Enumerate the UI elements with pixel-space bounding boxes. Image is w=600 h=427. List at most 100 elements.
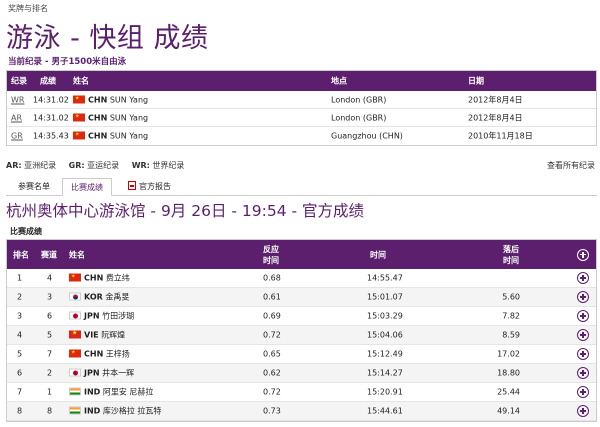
noc-code: JPN xyxy=(84,368,100,378)
tab-entries[interactable]: 参赛名单 xyxy=(10,178,58,196)
results-header-lane: 赛道 xyxy=(41,250,57,259)
results-header-time: 时间 xyxy=(370,250,386,259)
tab-official-report[interactable]: 官方报告 xyxy=(120,178,179,196)
expand-all-plus-icon[interactable] xyxy=(577,248,589,261)
athlete-name: 王梓扬 xyxy=(105,349,130,359)
athlete-name: 竹田涉瑚 xyxy=(102,311,135,321)
table-row: 6 2 JPN 井本一辉 0.62 15:14.27 18.80 xyxy=(7,364,596,383)
results-header-behind-line1: 落后 xyxy=(503,244,519,254)
table-row: 1 4 CHN 费立纬 0.68 14:55.47 xyxy=(7,269,596,288)
rank-cell: 3 xyxy=(17,311,23,321)
record-place: Guangzhou (CHN) xyxy=(331,131,403,141)
expand-row-plus-icon[interactable] xyxy=(577,272,589,284)
record-row: GR 14:35.43 CHN SUN Yang Guangzhou (CHN)… xyxy=(7,127,596,145)
noc-code: IND xyxy=(84,387,101,397)
record-code-link[interactable]: AR xyxy=(11,113,22,122)
lane-cell: 7 xyxy=(47,349,53,359)
rank-cell: 8 xyxy=(17,406,23,416)
expand-row-plus-icon[interactable] xyxy=(577,329,589,341)
results-table: 排名 赛道 姓名 反应时间 时间 落后时间 1 4 CHN 费立纬 0.68 1… xyxy=(6,239,597,422)
record-time: 14:31.02 xyxy=(33,113,69,122)
results-tabs: 参赛名单 比赛成绩 官方报告 xyxy=(6,178,597,196)
record-code-link[interactable]: WR xyxy=(11,95,24,104)
reaction-time-cell: 0.68 xyxy=(263,273,281,283)
record-athlete: CHN SUN Yang xyxy=(73,95,148,104)
records-table: 纪录 成绩 姓名 地点 日期 WR 14:31.02 CHN SUN Yang … xyxy=(6,70,597,146)
expand-row-plus-icon[interactable] xyxy=(577,386,589,398)
record-time: 14:31.02 xyxy=(33,95,69,104)
lane-cell: 5 xyxy=(47,330,53,340)
record-name: SUN Yang xyxy=(109,113,149,122)
noc-code: CHN xyxy=(84,349,104,359)
table-row: 8 8 IND 库沙格拉 拉瓦特 0.73 15:44.61 49.14 xyxy=(7,402,596,421)
tab-results[interactable]: 比赛成绩 xyxy=(62,178,112,196)
record-place: London (GBR) xyxy=(331,95,387,104)
rank-cell: 2 xyxy=(17,292,23,302)
rank-cell: 1 xyxy=(17,273,23,283)
lane-cell: 4 xyxy=(47,273,53,283)
record-date: 2012年8月4日 xyxy=(468,113,523,122)
record-noc: CHN xyxy=(88,95,108,104)
results-header-name: 姓名 xyxy=(69,250,85,259)
records-header-place: 地点 xyxy=(331,76,347,86)
venue-title: 杭州奥体中心游泳馆 - 9月 26日 - 19:54 - 官方成绩 xyxy=(6,202,365,220)
reaction-time-cell: 0.72 xyxy=(263,387,281,397)
country-flag-icon xyxy=(69,330,81,339)
athlete-name: 阮辉煌 xyxy=(101,330,126,340)
lane-cell: 3 xyxy=(47,292,53,302)
expand-row-plus-icon[interactable] xyxy=(577,367,589,379)
results-header-behind: 落后 时间 xyxy=(503,244,519,266)
record-athlete: CHN SUN Yang xyxy=(73,131,148,141)
table-row: 2 3 KOR 金禹旻 0.61 15:01.07 5.60 xyxy=(7,288,596,307)
time-cell: 15:03.29 xyxy=(367,311,403,321)
china-flag-icon xyxy=(73,95,85,103)
results-header: 排名 赛道 姓名 反应 时间 时间 落后 时间 xyxy=(7,240,596,269)
athlete-cell: VIE 阮辉煌 xyxy=(69,330,125,341)
athlete-cell: IND 阿里安 尼赫拉 xyxy=(69,387,153,398)
athlete-name: 库沙格拉 拉瓦特 xyxy=(102,406,162,416)
expand-row-plus-icon[interactable] xyxy=(577,348,589,360)
expand-row-plus-icon[interactable] xyxy=(577,405,589,417)
breadcrumb[interactable]: 奖牌与排名 xyxy=(8,3,48,14)
record-name: SUN Yang xyxy=(109,95,149,104)
athlete-cell: IND 库沙格拉 拉瓦特 xyxy=(69,406,161,417)
country-flag-icon xyxy=(69,273,81,282)
athlete-cell: JPN 竹田涉瑚 xyxy=(69,311,134,322)
results-header-reaction-line1: 反应 xyxy=(263,244,279,254)
time-behind-cell: 17.02 xyxy=(497,349,520,359)
time-behind-cell: 7.82 xyxy=(502,311,520,321)
legend-wr-key: WR: xyxy=(131,161,150,170)
time-behind-cell: 49.14 xyxy=(497,406,520,416)
legend-gr-label: 亚运纪录 xyxy=(87,161,120,170)
reaction-time-cell: 0.72 xyxy=(263,330,281,340)
records-header-record: 纪录 xyxy=(11,76,27,86)
view-all-records-link[interactable]: 查看所有纪录 xyxy=(547,160,595,171)
lane-cell: 6 xyxy=(47,311,53,321)
page-title: 游泳 - 快组 成绩 xyxy=(6,23,209,54)
tab-official-report-label: 官方报告 xyxy=(139,182,171,191)
record-date: 2012年8月4日 xyxy=(468,95,523,104)
expand-row-plus-icon[interactable] xyxy=(577,310,589,322)
reaction-time-cell: 0.65 xyxy=(263,349,281,359)
results-caption: 比赛成绩 xyxy=(10,227,42,236)
results-body: 1 4 CHN 费立纬 0.68 14:55.47 2 3 KOR 金禹旻 0.… xyxy=(7,269,596,421)
legend-gr-key: GR: xyxy=(68,161,85,170)
lane-cell: 1 xyxy=(47,387,53,397)
athlete-cell: JPN 井本一辉 xyxy=(69,368,134,379)
rank-cell: 6 xyxy=(17,368,23,378)
record-athlete: CHN SUN Yang xyxy=(73,113,148,122)
time-cell: 15:44.61 xyxy=(367,406,403,416)
record-noc: CHN xyxy=(88,113,108,122)
noc-code: IND xyxy=(84,406,101,416)
record-place: London (GBR) xyxy=(331,113,387,122)
record-code-link[interactable]: GR xyxy=(11,132,23,141)
time-behind-cell: 8.59 xyxy=(502,330,520,340)
rank-cell: 4 xyxy=(17,330,23,340)
table-row: 4 5 VIE 阮辉煌 0.72 15:04.06 8.59 xyxy=(7,326,596,345)
table-row: 3 6 JPN 竹田涉瑚 0.69 15:03.29 7.82 xyxy=(7,307,596,326)
athlete-cell: CHN 费立纬 xyxy=(69,273,130,284)
table-row: 7 1 IND 阿里安 尼赫拉 0.72 15:20.91 25.44 xyxy=(7,383,596,402)
expand-row-plus-icon[interactable] xyxy=(577,291,589,303)
record-caption: 当前纪录 - 男子1500米自由泳 xyxy=(8,57,127,67)
athlete-cell: KOR 金禹旻 xyxy=(69,292,129,303)
